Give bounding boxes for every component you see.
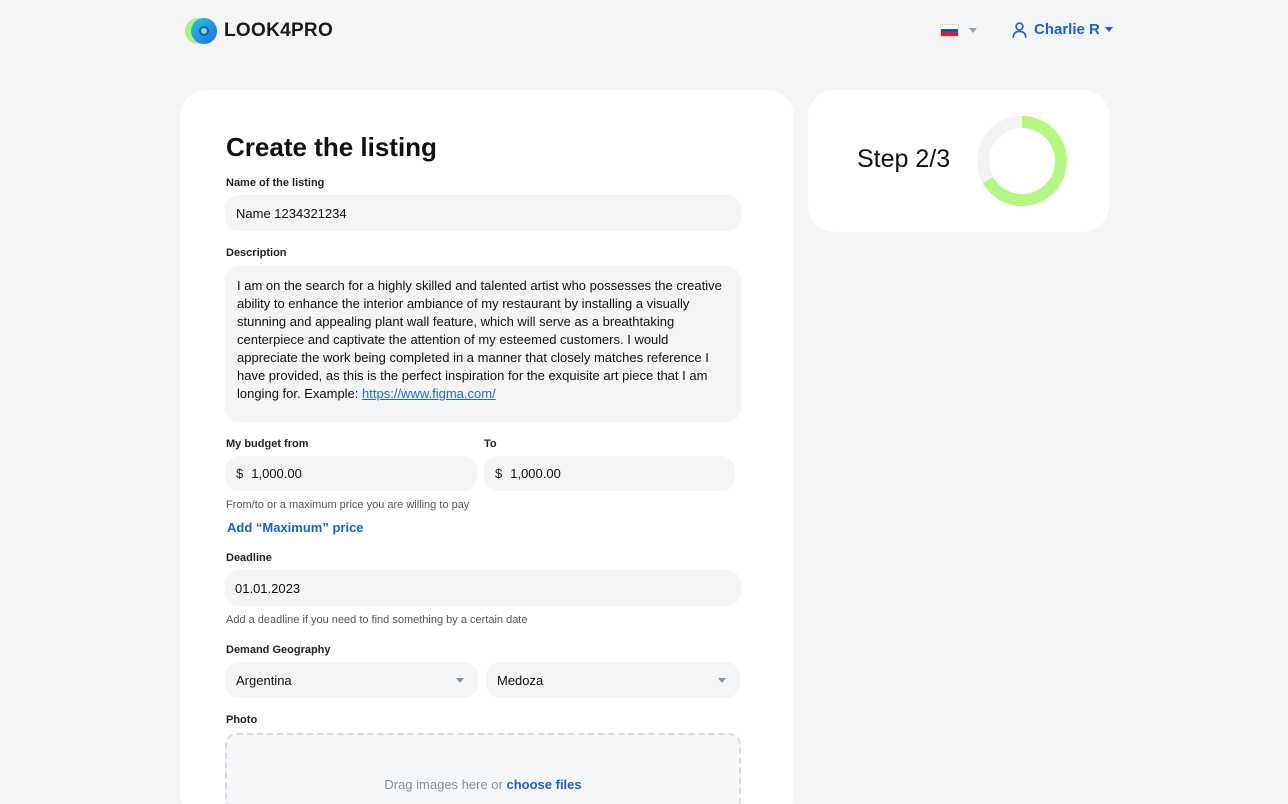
name-label: Name of the listing	[226, 177, 325, 189]
deadline-hint: Add a deadline if you need to find somet…	[226, 614, 528, 626]
logo-icon	[185, 18, 218, 44]
currency-symbol: $	[495, 466, 503, 481]
deadline-value: 01.01.2023	[235, 580, 301, 596]
add-maximum-price-link[interactable]: Add “Maximum” price	[227, 520, 364, 535]
currency-symbol: $	[236, 466, 244, 481]
country-select[interactable]: Argentina	[225, 662, 478, 698]
chevron-down-icon	[969, 28, 977, 33]
description-line: have provided, as this is the perfect in…	[237, 368, 708, 383]
dropzone-text: Drag images here or choose files	[227, 777, 739, 792]
budget-to-label: To	[484, 438, 497, 450]
progress-ring-icon	[977, 116, 1067, 206]
language-selector[interactable]	[940, 24, 977, 37]
logo[interactable]: LOOK4PRO	[185, 18, 333, 44]
step-label: Step 2/3	[857, 145, 951, 173]
logo-text: LOOK4PRO	[224, 20, 334, 41]
listing-name-value: Name 1234321234	[236, 205, 347, 221]
budget-hint: From/to or a maximum price you are willi…	[226, 499, 470, 511]
user-icon	[1012, 21, 1027, 38]
description-link[interactable]: https://www.figma.com/	[362, 386, 496, 401]
description-last-text: longing for. Example:	[237, 386, 363, 401]
description-line: centerpiece and captivate the attention …	[237, 332, 669, 347]
country-value: Argentina	[236, 672, 292, 688]
chevron-down-icon	[456, 678, 464, 683]
geography-label: Demand Geography	[226, 644, 331, 656]
budget-to-input[interactable]: $ 1,000.00	[484, 456, 735, 491]
description-label: Description	[226, 247, 287, 259]
photo-dropzone[interactable]: Drag images here or choose files	[225, 733, 741, 804]
budget-to-value: 1,000.00	[510, 466, 561, 481]
description-line: I am on the search for a highly skilled …	[237, 278, 722, 293]
chevron-down-icon	[718, 678, 726, 683]
listing-name-input[interactable]: Name 1234321234	[225, 195, 741, 231]
user-name: Charlie R	[1034, 21, 1100, 38]
photo-label: Photo	[226, 714, 258, 726]
description-line: longing for. Example: https://www.figma.…	[237, 385, 729, 403]
user-menu[interactable]: Charlie R	[1012, 21, 1113, 38]
russia-flag-icon	[940, 24, 959, 37]
budget-from-value: 1,000.00	[251, 466, 302, 481]
budget-from-input[interactable]: $ 1,000.00	[225, 456, 477, 491]
description-line: ability to enhance the interior ambiance…	[237, 296, 690, 311]
deadline-input[interactable]: 01.01.2023	[225, 570, 741, 606]
region-select[interactable]: Medoza	[486, 662, 740, 698]
description-textarea[interactable]: I am on the search for a highly skilled …	[225, 266, 741, 422]
listing-form-card: Create the listing Name of the listing N…	[180, 90, 794, 804]
drag-images-text: Drag images here or	[384, 777, 503, 792]
page-title: Create the listing	[226, 132, 437, 162]
step-progress-card: Step 2/3	[808, 90, 1109, 232]
deadline-label: Deadline	[226, 552, 272, 564]
choose-files-link[interactable]: choose files	[506, 777, 581, 792]
budget-from-label: My budget from	[226, 438, 309, 450]
description-line: stunning and appealing plant wall featur…	[237, 314, 675, 329]
chevron-down-icon	[1104, 27, 1113, 32]
region-value: Medoza	[497, 672, 544, 688]
description-line: appreciate the work being completed in a…	[237, 350, 709, 365]
